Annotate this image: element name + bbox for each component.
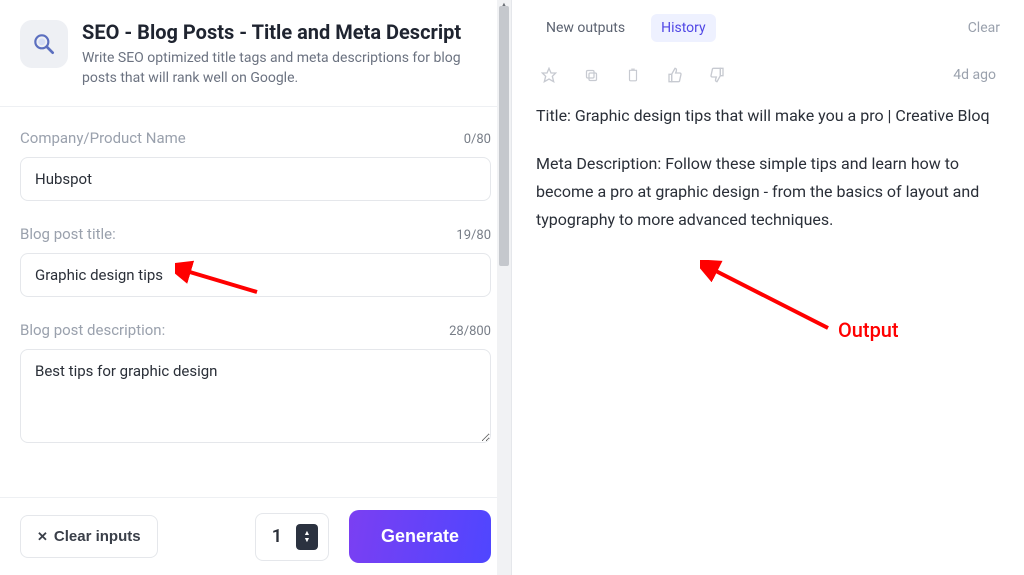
tool-description: Write SEO optimized title tags and meta …	[82, 49, 491, 88]
blog-title-label: Blog post title:	[20, 225, 116, 243]
tab-history[interactable]: History	[651, 14, 716, 42]
company-label: Company/Product Name	[20, 129, 186, 147]
blog-title-input[interactable]	[20, 253, 491, 297]
output-meta-text: Meta Description: Follow these simple ti…	[536, 150, 1000, 234]
company-field: Company/Product Name 0/80	[20, 129, 491, 201]
clear-history-button[interactable]: Clear	[968, 20, 1000, 36]
blog-title-counter: 19/80	[456, 228, 491, 243]
tool-header: SEO - Blog Posts - Title and Meta Descri…	[0, 0, 511, 107]
output-panel: New outputs History Clear	[512, 0, 1024, 575]
quantity-stepper[interactable]: 1 ▲ ▼	[255, 513, 329, 561]
copy-icon[interactable]	[582, 66, 600, 84]
thumbs-down-icon[interactable]	[708, 66, 726, 84]
card-actions: 4d ago	[536, 58, 1000, 102]
output-timestamp: 4d ago	[953, 67, 996, 83]
company-input[interactable]	[20, 157, 491, 201]
bottom-bar: ✕ Clear inputs 1 ▲ ▼ Generate	[0, 497, 511, 575]
quantity-value: 1	[266, 526, 288, 547]
stepper-buttons[interactable]: ▲ ▼	[296, 524, 318, 550]
output-title-text: Title: Graphic design tips that will mak…	[536, 102, 1000, 130]
blog-desc-label: Blog post description:	[20, 321, 165, 339]
tabs-row: New outputs History Clear	[536, 14, 1000, 42]
input-panel: SEO - Blog Posts - Title and Meta Descri…	[0, 0, 512, 575]
tool-title: SEO - Blog Posts - Title and Meta Descri…	[82, 20, 491, 45]
form-area: Company/Product Name 0/80 Blog post titl…	[0, 107, 511, 447]
company-counter: 0/80	[464, 132, 491, 147]
star-icon[interactable]	[540, 66, 558, 84]
blog-title-field: Blog post title: 19/80	[20, 225, 491, 297]
scrollbar[interactable]: ▲	[497, 0, 511, 575]
magnifier-icon	[20, 20, 68, 68]
clear-inputs-button[interactable]: ✕ Clear inputs	[20, 515, 158, 558]
blog-desc-input[interactable]	[20, 349, 491, 443]
output-card: 4d ago Title: Graphic design tips that w…	[536, 58, 1000, 234]
blog-desc-field: Blog post description: 28/800	[20, 321, 491, 447]
tab-new-outputs[interactable]: New outputs	[536, 14, 635, 42]
close-icon: ✕	[37, 529, 48, 545]
clear-inputs-label: Clear inputs	[54, 528, 141, 545]
scroll-thumb[interactable]	[499, 6, 509, 266]
blog-desc-counter: 28/800	[449, 324, 491, 339]
chevron-down-icon: ▼	[303, 537, 310, 544]
delete-icon[interactable]	[624, 66, 642, 84]
thumbs-up-icon[interactable]	[666, 66, 684, 84]
output-body: Title: Graphic design tips that will mak…	[536, 102, 1000, 234]
generate-button[interactable]: Generate	[349, 510, 491, 563]
